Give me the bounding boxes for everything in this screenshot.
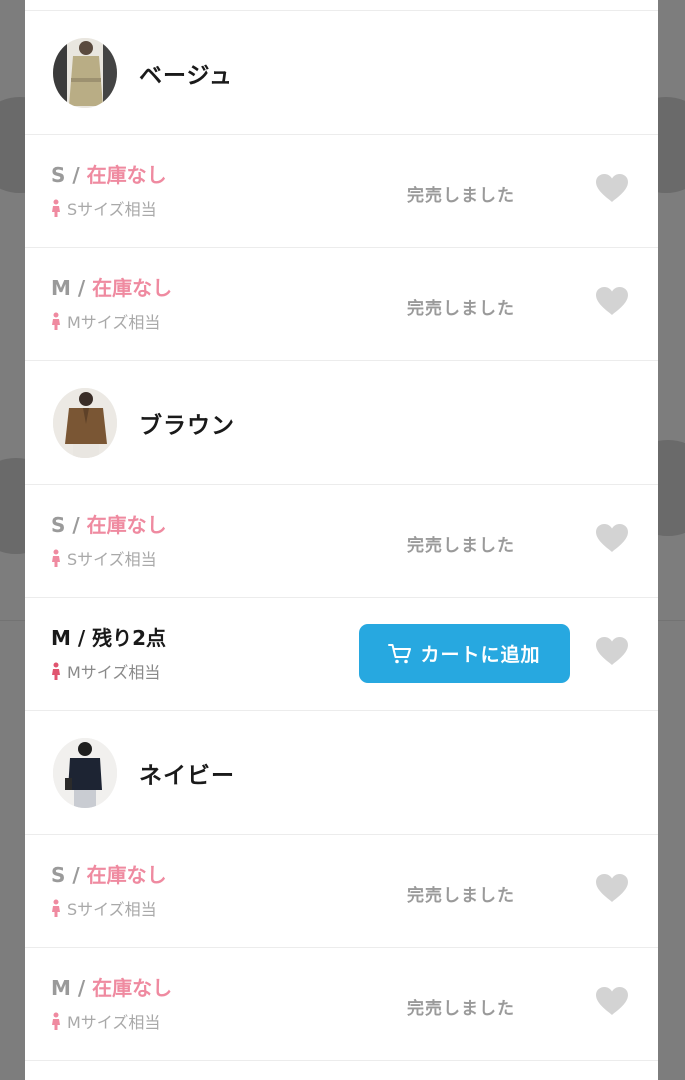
person-icon	[52, 899, 60, 917]
color-header-beige: ベージュ	[25, 11, 658, 135]
fit-label: Sサイズ相当	[67, 550, 157, 569]
fit-line: Mサイズ相当	[51, 309, 172, 333]
heart-icon[interactable]	[595, 986, 629, 1016]
sold-out-label: 完売しました	[407, 999, 515, 1019]
size-label: M	[51, 976, 71, 1000]
fit-label: Sサイズ相当	[67, 900, 157, 919]
size-label: S	[51, 163, 66, 187]
size-info: S / 在庫なし Sサイズ相当	[51, 859, 167, 920]
size-label: S	[51, 513, 66, 537]
size-separator: /	[65, 863, 87, 887]
size-separator: /	[70, 626, 93, 650]
add-to-cart-label: カートに追加	[420, 644, 541, 666]
size-info: M / 在庫なし Mサイズ相当	[51, 272, 172, 333]
heart-icon[interactable]	[595, 173, 629, 203]
size-row: M / 残り2点 Mサイズ相当 カートに追加	[25, 598, 658, 711]
size-row: S / 在庫なし Sサイズ相当 完売しました	[25, 835, 658, 948]
product-thumbnail	[53, 737, 117, 808]
person-icon	[52, 1012, 60, 1030]
variant-selection-sheet: ベージュ S / 在庫なし Sサイズ相当 完売しました M / 在庫なし Mサイ…	[25, 0, 658, 1080]
fit-label: Sサイズ相当	[67, 200, 157, 219]
sold-out-label: 完売しました	[407, 299, 515, 319]
size-info: M / 在庫なし Mサイズ相当	[51, 972, 172, 1033]
size-info: S / 在庫なし Sサイズ相当	[51, 509, 167, 570]
fit-line: Mサイズ相当	[51, 1009, 172, 1033]
size-stock-line: M / 残り2点	[51, 622, 166, 651]
fit-line: Sサイズ相当	[51, 546, 167, 570]
person-icon	[52, 312, 60, 330]
stock-status: 在庫なし	[92, 976, 173, 1000]
fit-label: Mサイズ相当	[67, 1013, 161, 1032]
color-name: ネイビー	[139, 762, 235, 789]
color-header-brown: ブラウン	[25, 361, 658, 485]
size-row: S / 在庫なし Sサイズ相当 完売しました	[25, 135, 658, 248]
size-label: M	[51, 276, 71, 300]
sheet-top-divider	[25, 0, 658, 11]
size-stock-line: M / 在庫なし	[51, 272, 172, 301]
person-icon	[52, 199, 60, 217]
size-stock-line: S / 在庫なし	[51, 509, 167, 538]
heart-icon[interactable]	[595, 873, 629, 903]
fit-line: Sサイズ相当	[51, 196, 167, 220]
product-thumbnail	[53, 387, 117, 458]
size-stock-line: M / 在庫なし	[51, 972, 172, 1001]
size-separator: /	[70, 276, 93, 300]
color-name: ブラウン	[139, 412, 235, 439]
sold-out-label: 完売しました	[407, 536, 515, 556]
size-row: S / 在庫なし Sサイズ相当 完売しました	[25, 485, 658, 598]
fit-label: Mサイズ相当	[67, 313, 161, 332]
size-info: M / 残り2点 Mサイズ相当	[51, 622, 166, 683]
stock-status: 在庫なし	[86, 513, 167, 537]
sold-out-label: 完売しました	[407, 886, 515, 906]
fit-line: Sサイズ相当	[51, 896, 167, 920]
product-thumbnail	[53, 37, 117, 108]
stock-status: 在庫なし	[86, 163, 167, 187]
size-stock-line: S / 在庫なし	[51, 159, 167, 188]
fit-line: Mサイズ相当	[51, 659, 166, 683]
size-separator: /	[65, 163, 87, 187]
sold-out-label: 完売しました	[407, 186, 515, 206]
size-label: S	[51, 863, 66, 887]
size-separator: /	[70, 976, 93, 1000]
size-label: M	[51, 626, 71, 650]
add-to-cart-button[interactable]: カートに追加	[359, 624, 570, 683]
stock-status: 残り2点	[92, 626, 167, 650]
heart-icon[interactable]	[595, 286, 629, 316]
color-header-navy: ネイビー	[25, 711, 658, 835]
person-icon	[52, 662, 60, 680]
size-info: S / 在庫なし Sサイズ相当	[51, 159, 167, 220]
size-row: M / 在庫なし Mサイズ相当 完売しました	[25, 248, 658, 361]
stock-status: 在庫なし	[86, 863, 167, 887]
stock-status: 在庫なし	[92, 276, 173, 300]
heart-icon[interactable]	[595, 636, 629, 666]
size-separator: /	[65, 513, 87, 537]
fit-label: Mサイズ相当	[67, 663, 161, 682]
size-stock-line: S / 在庫なし	[51, 859, 167, 888]
cart-icon	[388, 643, 412, 663]
heart-icon[interactable]	[595, 523, 629, 553]
color-name: ベージュ	[139, 62, 233, 89]
person-icon	[52, 549, 60, 567]
size-row: M / 在庫なし Mサイズ相当 完売しました	[25, 948, 658, 1061]
